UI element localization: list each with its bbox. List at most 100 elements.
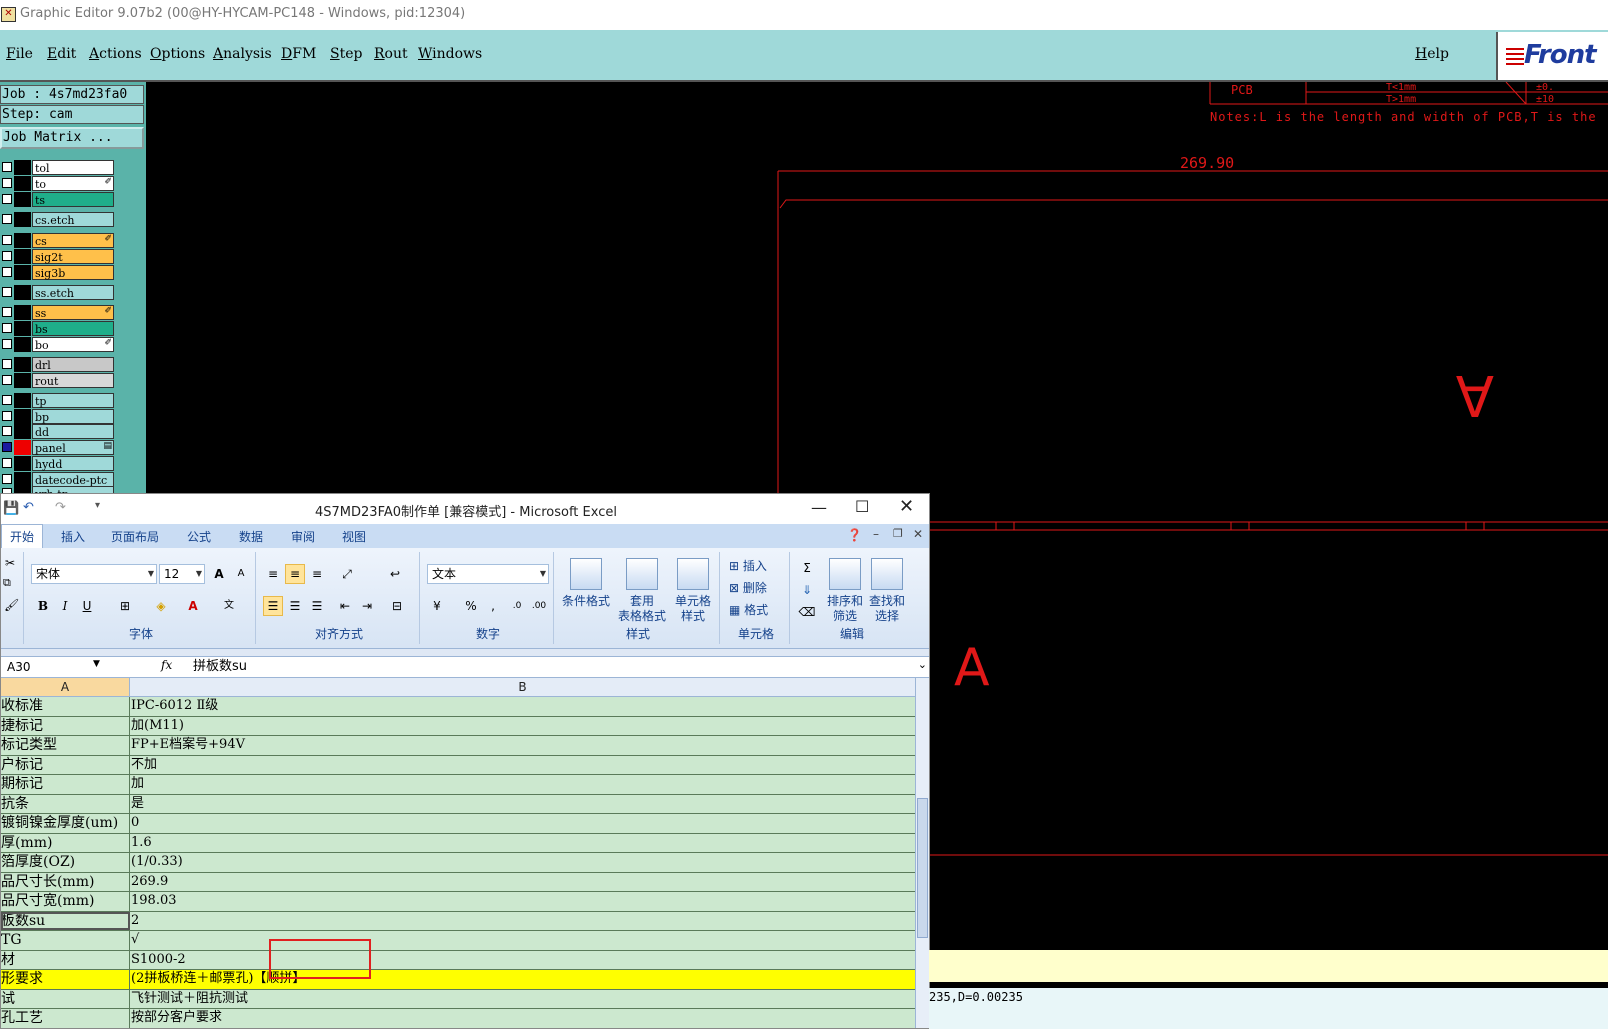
layer-name[interactable]: cs.etch xyxy=(32,212,114,227)
insert-cells-button[interactable]: ⊞ 插入 xyxy=(729,556,767,576)
layer-color-swatch[interactable] xyxy=(14,456,31,471)
ribbon-restore-icon[interactable]: ❐ xyxy=(893,527,903,540)
layer-name[interactable]: drl xyxy=(32,357,114,372)
format-cells-button[interactable]: ▦ 格式 xyxy=(729,600,768,620)
cell-b[interactable]: 不加 xyxy=(131,756,911,775)
cell-b[interactable]: 飞针测试＋阻抗测试 xyxy=(131,990,911,1009)
layer-row-bs[interactable]: bs xyxy=(0,321,116,336)
align-bottom-icon[interactable]: ≡ xyxy=(307,564,327,584)
layer-name[interactable]: ts xyxy=(32,192,114,207)
ribbon-close-icon[interactable]: ✕ xyxy=(913,527,923,541)
layer-color-swatch[interactable] xyxy=(14,192,31,207)
layer-name[interactable]: hydd xyxy=(32,456,114,471)
layer-row-ts[interactable]: ts xyxy=(0,192,116,207)
layer-checkbox[interactable] xyxy=(2,287,12,297)
layer-color-swatch[interactable] xyxy=(14,233,31,248)
italic-icon[interactable]: I xyxy=(55,596,75,616)
tab-page-layout[interactable]: 页面布局 xyxy=(111,528,159,545)
layer-name[interactable]: sig2t xyxy=(32,249,114,264)
layer-color-swatch[interactable] xyxy=(14,249,31,264)
menu-analysis[interactable]: Analysis xyxy=(213,46,272,62)
name-box-dropdown-icon[interactable]: ▼ xyxy=(93,659,100,669)
cell-a[interactable]: 抗条 xyxy=(1,794,130,813)
layer-color-swatch[interactable] xyxy=(14,357,31,372)
layer-name[interactable]: bp xyxy=(32,409,114,424)
layer-row-tol[interactable]: tol xyxy=(0,160,116,175)
layer-row-cs[interactable]: cs ✐ xyxy=(0,233,116,248)
layer-checkbox[interactable] xyxy=(2,426,12,436)
expand-formula-icon[interactable]: ⌄ xyxy=(918,658,927,671)
decrease-indent-icon[interactable]: ⇤ xyxy=(335,596,355,616)
cell-a[interactable]: 捷标记 xyxy=(1,716,130,735)
cell-a[interactable]: 孔工艺 xyxy=(1,1009,130,1028)
layer-color-swatch[interactable] xyxy=(14,285,31,300)
layer-name[interactable]: bs xyxy=(32,321,114,336)
cell-a[interactable]: 材 xyxy=(1,950,130,969)
find-select-button[interactable]: 查找和 选择 xyxy=(867,558,907,624)
layer-name[interactable]: datecode-ptc xyxy=(32,472,114,487)
align-center-icon[interactable]: ☰ xyxy=(285,596,305,616)
cell-a[interactable]: 试 xyxy=(1,989,130,1008)
cell-b[interactable]: 加 xyxy=(131,775,911,794)
layer-name[interactable]: tol xyxy=(32,160,114,175)
job-matrix-button[interactable]: Job Matrix ... xyxy=(0,127,144,149)
layer-color-swatch[interactable] xyxy=(14,321,31,336)
column-header-b[interactable]: B xyxy=(130,678,915,696)
layer-checkbox[interactable] xyxy=(2,474,12,484)
grow-font-icon[interactable]: A xyxy=(209,564,229,584)
layer-row-sig2t[interactable]: sig2t xyxy=(0,249,116,264)
layer-checkbox[interactable] xyxy=(2,323,12,333)
layer-row-bo[interactable]: bo ✐ xyxy=(0,337,116,352)
menu-windows[interactable]: Windows xyxy=(418,46,482,62)
scrollbar-thumb[interactable] xyxy=(917,798,928,938)
menu-dfm[interactable]: DFM xyxy=(281,46,316,62)
align-top-icon[interactable]: ≡ xyxy=(263,564,283,584)
tab-review[interactable]: 审阅 xyxy=(291,528,315,545)
cell-a[interactable]: 品尺寸长(mm) xyxy=(1,872,130,891)
cell-b[interactable]: (1/0.33) xyxy=(131,853,911,872)
increase-decimal-icon[interactable]: .0 xyxy=(507,596,527,616)
close-icon[interactable]: ✕ xyxy=(899,496,914,517)
layer-checkbox[interactable] xyxy=(2,178,12,188)
cell-b[interactable]: FP+E档案号+94V xyxy=(131,736,911,755)
column-header-a[interactable]: A xyxy=(1,678,130,696)
layer-row-drl[interactable]: drl xyxy=(0,357,116,372)
cell-a[interactable]: 镀铜镍金厚度(um) xyxy=(1,814,130,833)
align-left-icon[interactable]: ☰ xyxy=(263,596,283,616)
layer-color-swatch[interactable] xyxy=(14,337,31,352)
cell-b[interactable]: √ xyxy=(131,931,911,950)
tab-data[interactable]: 数据 xyxy=(239,528,263,545)
layer-row-cs.etch[interactable]: cs.etch xyxy=(0,212,116,227)
ribbon-minimize-icon[interactable]: – xyxy=(873,527,879,541)
cut-icon[interactable]: ✂ xyxy=(5,556,15,570)
percent-icon[interactable]: % xyxy=(461,596,481,616)
fill-icon[interactable]: ⇓ xyxy=(797,580,817,600)
merge-center-icon[interactable]: ⊟ xyxy=(387,596,407,616)
menu-rout[interactable]: Rout xyxy=(374,46,408,62)
layer-color-swatch[interactable] xyxy=(14,373,31,388)
cell-a[interactable]: 标记类型 xyxy=(1,736,130,755)
layer-checkbox[interactable] xyxy=(2,251,12,261)
cell-a[interactable]: 品尺寸宽(mm) xyxy=(1,892,130,911)
layer-checkbox[interactable] xyxy=(2,194,12,204)
layer-row-ss.etch[interactable]: ss.etch xyxy=(0,285,116,300)
layer-color-swatch[interactable] xyxy=(14,409,31,424)
cell-b[interactable]: S1000-2 xyxy=(131,951,911,970)
layer-checkbox[interactable] xyxy=(2,339,12,349)
layer-checkbox[interactable] xyxy=(2,267,12,277)
layer-row-ss[interactable]: ss ✐ xyxy=(0,305,116,320)
minimize-icon[interactable]: — xyxy=(811,498,827,517)
layer-checkbox[interactable] xyxy=(2,235,12,245)
fill-color-icon[interactable]: ◈ xyxy=(151,596,171,616)
cell-a[interactable]: 收标准 xyxy=(1,697,130,716)
layer-checkbox[interactable] xyxy=(2,375,12,385)
layer-row-sig3b[interactable]: sig3b xyxy=(0,265,116,280)
align-middle-icon[interactable]: ≡ xyxy=(285,564,305,584)
vertical-scrollbar[interactable] xyxy=(915,678,929,1028)
bold-icon[interactable]: B xyxy=(33,596,53,616)
cell-a[interactable]: 板数su xyxy=(1,911,130,930)
shrink-font-icon[interactable]: A xyxy=(231,564,251,584)
sort-filter-button[interactable]: 排序和 筛选 xyxy=(825,558,865,624)
layer-color-swatch[interactable] xyxy=(14,440,31,455)
font-name-box[interactable]: 宋体 ▼ xyxy=(31,564,157,584)
